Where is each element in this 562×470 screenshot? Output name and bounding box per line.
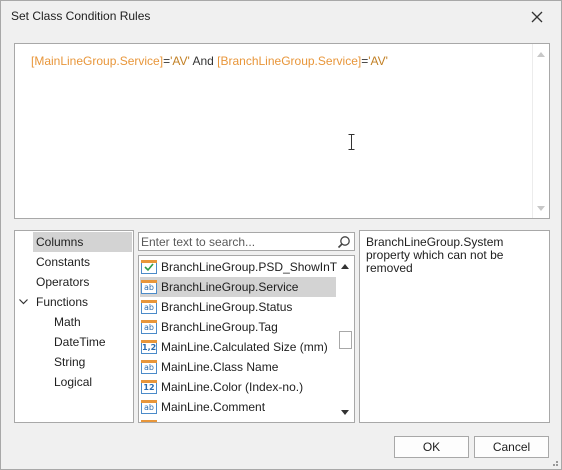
decimal-icon: 1,2 bbox=[141, 340, 157, 354]
field-item[interactable]: ab BranchLineGroup.Status bbox=[140, 297, 336, 317]
expression-text[interactable]: [MainLineGroup.Service]='AV' And [Branch… bbox=[31, 54, 388, 68]
type-glyph: ab bbox=[144, 283, 154, 292]
description-panel: BranchLineGroup.System property which ca… bbox=[359, 230, 550, 423]
field-label: MainLine.Condition bbox=[161, 417, 264, 422]
integer-icon: 12 bbox=[141, 380, 157, 394]
close-button[interactable] bbox=[519, 3, 555, 31]
expression-editor[interactable]: [MainLineGroup.Service]='AV' And [Branch… bbox=[14, 43, 550, 219]
field-item[interactable]: ab BranchLineGroup.Tag bbox=[140, 317, 336, 337]
field-label: MainLine.Calculated Size (mm) bbox=[161, 340, 328, 354]
category-label: Math bbox=[54, 315, 81, 329]
ok-button[interactable]: OK bbox=[394, 436, 469, 458]
field-item[interactable]: BranchLineGroup.PSD_ShowInTree bbox=[140, 257, 354, 277]
ab-icon: ab bbox=[141, 400, 157, 414]
scroll-up-icon bbox=[537, 51, 545, 57]
expression-token-op: And bbox=[189, 54, 218, 68]
field-item[interactable]: ab BranchLineGroup.Service bbox=[140, 277, 336, 297]
type-glyph: ab bbox=[144, 303, 154, 312]
fields-list: BranchLineGroup.PSD_ShowInTreeab BranchLi… bbox=[138, 255, 355, 423]
title-bar: Set Class Condition Rules bbox=[1, 1, 561, 33]
search-icon[interactable] bbox=[337, 235, 351, 249]
cancel-button[interactable]: Cancel bbox=[474, 436, 549, 458]
scroll-up-button[interactable] bbox=[533, 46, 549, 62]
category-label: DateTime bbox=[54, 335, 106, 349]
type-glyph: ab bbox=[144, 403, 154, 412]
expression-token-col: [MainLineGroup.Service] bbox=[31, 54, 164, 68]
ab-icon: ab bbox=[141, 420, 157, 422]
type-glyph: ab bbox=[144, 323, 154, 332]
field-label: BranchLineGroup.Tag bbox=[161, 320, 278, 334]
scroll-down-icon bbox=[537, 205, 545, 211]
category-tree: Columns Constants Operators Functions Math Da… bbox=[14, 230, 134, 423]
type-glyph: ab bbox=[144, 363, 154, 372]
category-label: String bbox=[54, 355, 86, 369]
expression-token-str: 'AV' bbox=[170, 54, 190, 68]
field-item[interactable]: ab MainLine.Condition bbox=[140, 417, 336, 422]
field-item[interactable]: ab MainLine.Class Name bbox=[140, 357, 336, 377]
dialog-window: Set Class Condition Rules [MainLineGroup… bbox=[0, 0, 562, 470]
resize-grip-icon[interactable] bbox=[549, 457, 559, 467]
field-label: MainLine.Class Name bbox=[161, 360, 279, 374]
text-cursor-icon bbox=[348, 134, 355, 150]
field-item[interactable]: 12 MainLine.Color (Index-no.) bbox=[140, 377, 336, 397]
scroll-down-button[interactable] bbox=[533, 200, 549, 216]
field-label: MainLine.Comment bbox=[161, 400, 266, 414]
list-scroll-up-button[interactable] bbox=[337, 258, 353, 274]
scroll-thumb[interactable] bbox=[339, 331, 352, 349]
close-icon bbox=[531, 11, 543, 23]
scroll-down-icon bbox=[341, 409, 349, 415]
ab-icon: ab bbox=[141, 300, 157, 314]
expression-token-col: [BranchLineGroup.Service] bbox=[217, 54, 362, 68]
search-box[interactable] bbox=[138, 232, 355, 251]
list-scrollbar[interactable] bbox=[337, 256, 354, 422]
list-scroll-down-button[interactable] bbox=[337, 404, 353, 420]
check-icon bbox=[141, 260, 157, 274]
search-input[interactable] bbox=[141, 234, 331, 249]
editor-scrollbar[interactable] bbox=[532, 44, 549, 218]
category-label: Logical bbox=[54, 375, 93, 389]
category-label: Operators bbox=[36, 275, 90, 289]
field-label: BranchLineGroup.Status bbox=[161, 300, 293, 314]
type-glyph: 1,2 bbox=[142, 343, 157, 352]
category-item-columns[interactable]: Columns bbox=[33, 232, 132, 252]
description-text: BranchLineGroup.System property which ca… bbox=[366, 235, 504, 275]
field-item[interactable]: ab MainLine.Comment bbox=[140, 397, 336, 417]
expression-token-str: 'AV' bbox=[368, 54, 388, 68]
type-glyph: 12 bbox=[143, 383, 155, 392]
field-label: BranchLineGroup.PSD_ShowInTree bbox=[161, 260, 354, 274]
scroll-up-icon bbox=[341, 263, 349, 269]
window-title: Set Class Condition Rules bbox=[11, 9, 151, 23]
ab-icon: ab bbox=[141, 320, 157, 334]
category-label: Functions bbox=[36, 295, 89, 309]
ab-icon: ab bbox=[141, 360, 157, 374]
chevron-down-icon[interactable] bbox=[19, 292, 31, 312]
field-item[interactable]: 1,2 MainLine.Calculated Size (mm) bbox=[140, 337, 336, 357]
category-label: Columns bbox=[36, 235, 84, 249]
ab-icon: ab bbox=[141, 280, 157, 294]
field-label: MainLine.Color (Index-no.) bbox=[161, 380, 304, 394]
category-label: Constants bbox=[36, 255, 91, 269]
field-label: BranchLineGroup.Service bbox=[161, 280, 299, 294]
